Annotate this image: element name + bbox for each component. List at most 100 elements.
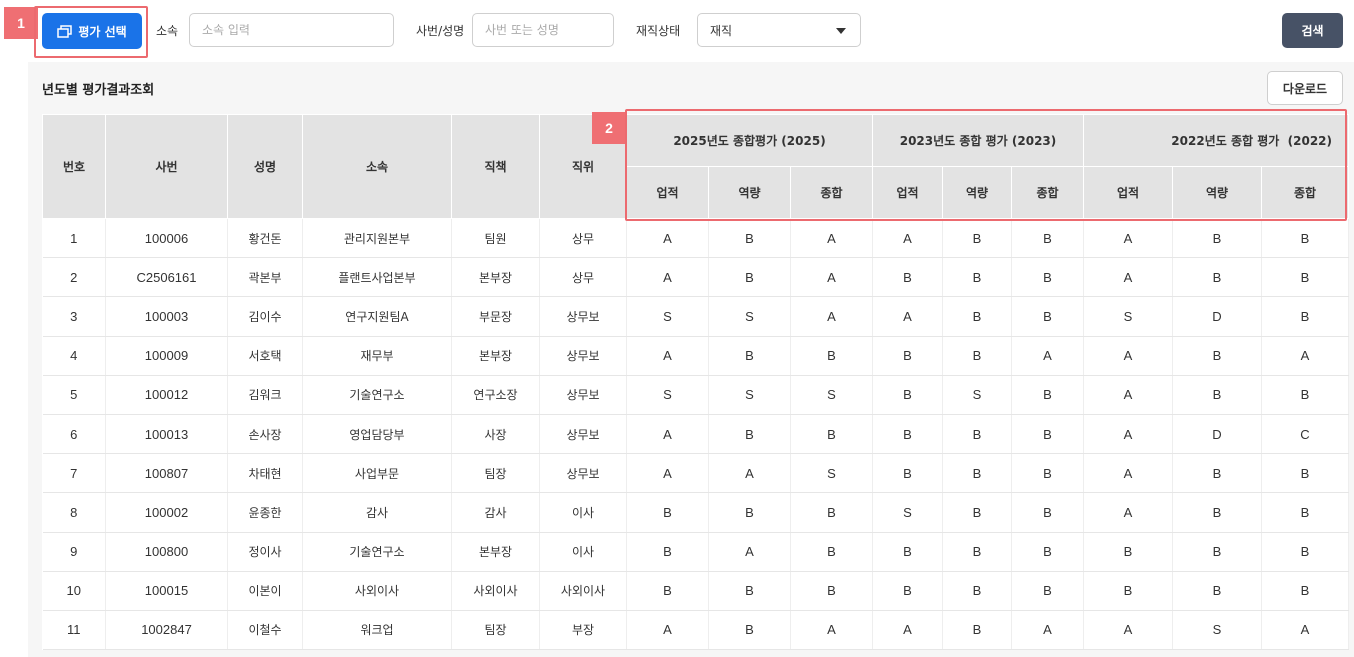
- cell-2022-performance: A: [1083, 414, 1173, 455]
- download-button[interactable]: 다운로드: [1267, 71, 1343, 105]
- table-row[interactable]: 5 100012 김워크 기술연구소 연구소장 상무보 S S S B S B A B B: [42, 375, 1349, 415]
- table-row[interactable]: 3 100003 김이수 연구지원팀A 부문장 상무보 S S A A B B S D B: [42, 296, 1349, 337]
- cell-2022-competency: B: [1172, 218, 1262, 259]
- cell-2023-overall: B: [1011, 414, 1084, 455]
- affiliation-input[interactable]: [189, 13, 394, 47]
- cell-2023-overall: A: [1011, 610, 1084, 651]
- header-name: 성명: [227, 114, 303, 219]
- cell-2023-overall: B: [1011, 375, 1084, 415]
- table-row[interactable]: 4 100009 서호택 재무부 본부장 상무보 A B B B B A A B A: [42, 336, 1349, 376]
- cell-duty: 팀장: [451, 453, 540, 494]
- subheader-performance: 업적: [1083, 166, 1173, 219]
- subheader-competency: 역량: [942, 166, 1012, 219]
- table-row[interactable]: 8 100002 윤종한 감사 감사 이사 B B B S B B A B B: [42, 492, 1349, 533]
- cell-2022-performance: A: [1083, 336, 1173, 376]
- cell-affiliation: 기술연구소: [302, 375, 452, 415]
- cell-affiliation: 워크업: [302, 610, 452, 651]
- cell-position: 부장: [539, 610, 627, 651]
- cell-2025-performance: S: [626, 375, 709, 415]
- cell-2025-performance: A: [626, 610, 709, 651]
- cell-2025-overall: A: [790, 610, 873, 651]
- cell-2025-performance: B: [626, 532, 709, 572]
- cell-name: 서호택: [227, 336, 303, 376]
- cell-affiliation: 재무부: [302, 336, 452, 376]
- cell-2022-overall: B: [1261, 257, 1349, 298]
- table-row[interactable]: 10 100015 이본이 사외이사 사외이사 사외이사 B B B B B B B B B: [42, 571, 1349, 611]
- annotation-badge-1: 1: [4, 7, 38, 39]
- cell-2023-performance: B: [872, 257, 943, 298]
- cell-2022-competency: B: [1172, 257, 1262, 298]
- cell-2022-competency: D: [1172, 414, 1262, 455]
- cell-2025-overall: A: [790, 257, 873, 298]
- cell-name: 곽본부: [227, 257, 303, 298]
- cell-no: 4: [42, 336, 106, 376]
- cell-emp-id: 100002: [105, 492, 228, 533]
- cell-2023-performance: B: [872, 414, 943, 455]
- cell-2022-overall: A: [1261, 610, 1349, 651]
- cell-affiliation: 사업부문: [302, 453, 452, 494]
- header-year-2022: 2022년도 종합 평가 (2022): [1083, 114, 1349, 167]
- employee-input[interactable]: [472, 13, 614, 47]
- cell-2025-overall: S: [790, 375, 873, 415]
- cell-no: 3: [42, 296, 106, 337]
- table-row[interactable]: 9 100800 정이사 기술연구소 본부장 이사 B A B B B B B B B: [42, 532, 1349, 572]
- cell-2025-overall: B: [790, 492, 873, 533]
- table-row[interactable]: 2 C2506161 곽본부 플랜트사업본부 본부장 상무 A B A B B B A B B: [42, 257, 1349, 298]
- subheader-competency: 역량: [1172, 166, 1262, 219]
- cell-2022-overall: B: [1261, 296, 1349, 337]
- cell-duty: 연구소장: [451, 375, 540, 415]
- cell-2023-overall: B: [1011, 571, 1084, 611]
- cell-2025-competency: B: [708, 336, 791, 376]
- cell-2025-overall: S: [790, 453, 873, 494]
- search-button[interactable]: 검색: [1282, 13, 1343, 48]
- cell-2022-performance: B: [1083, 532, 1173, 572]
- cell-2023-competency: B: [942, 453, 1012, 494]
- table-row[interactable]: 11 1002847 이철수 워크업 팀장 부장 A B A A B A A S A: [42, 610, 1349, 651]
- cell-duty: 팀장: [451, 610, 540, 651]
- cell-no: 1: [42, 218, 106, 259]
- cell-affiliation: 연구지원팀A: [302, 296, 452, 337]
- cell-2023-competency: B: [942, 257, 1012, 298]
- cell-position: 상무보: [539, 453, 627, 494]
- results-table: 번호 사번 성명 소속 직책 직위 2025년도 종합평가 (2025) 202…: [42, 114, 1349, 651]
- cell-2022-competency: B: [1172, 571, 1262, 611]
- cell-no: 11: [42, 610, 106, 651]
- cell-2023-competency: B: [942, 336, 1012, 376]
- cell-position: 상무보: [539, 336, 627, 376]
- cell-2022-competency: B: [1172, 532, 1262, 572]
- status-select[interactable]: 재직: [697, 13, 861, 47]
- cell-name: 이철수: [227, 610, 303, 651]
- table-row[interactable]: 7 100807 차태현 사업부문 팀장 상무보 A A S B B B A B B: [42, 453, 1349, 494]
- table-row[interactable]: 6 100013 손사장 영업담당부 사장 상무보 A B B B B B A D C: [42, 414, 1349, 455]
- cell-emp-id: 100009: [105, 336, 228, 376]
- header-affiliation: 소속: [302, 114, 452, 219]
- cell-2022-performance: A: [1083, 492, 1173, 533]
- cell-emp-id: 100015: [105, 571, 228, 611]
- cell-affiliation: 기술연구소: [302, 532, 452, 572]
- window-stack-icon: [57, 24, 73, 38]
- cell-2023-overall: B: [1011, 257, 1084, 298]
- cell-2022-performance: A: [1083, 375, 1173, 415]
- affiliation-label: 소속: [156, 24, 179, 38]
- annotation-badge-2: 2: [592, 112, 626, 144]
- cell-2023-competency: B: [942, 610, 1012, 651]
- cell-2023-competency: S: [942, 375, 1012, 415]
- cell-2025-overall: B: [790, 571, 873, 611]
- cell-duty: 사외이사: [451, 571, 540, 611]
- cell-2025-overall: A: [790, 218, 873, 259]
- cell-2023-competency: B: [942, 218, 1012, 259]
- cell-2023-competency: B: [942, 532, 1012, 572]
- cell-2022-overall: B: [1261, 571, 1349, 611]
- cell-duty: 사장: [451, 414, 540, 455]
- cell-affiliation: 영업담당부: [302, 414, 452, 455]
- cell-2025-competency: B: [708, 414, 791, 455]
- cell-2022-competency: B: [1172, 375, 1262, 415]
- subheader-overall: 종합: [1011, 166, 1084, 219]
- cell-position: 상무: [539, 257, 627, 298]
- evaluation-select-button[interactable]: 평가 선택: [42, 13, 142, 49]
- cell-affiliation: 감사: [302, 492, 452, 533]
- cell-affiliation: 사외이사: [302, 571, 452, 611]
- cell-position: 상무보: [539, 296, 627, 337]
- cell-2022-competency: S: [1172, 610, 1262, 651]
- table-row[interactable]: 1 100006 황건돈 관리지원본부 팀원 상무 A B A A B B A B B: [42, 218, 1349, 259]
